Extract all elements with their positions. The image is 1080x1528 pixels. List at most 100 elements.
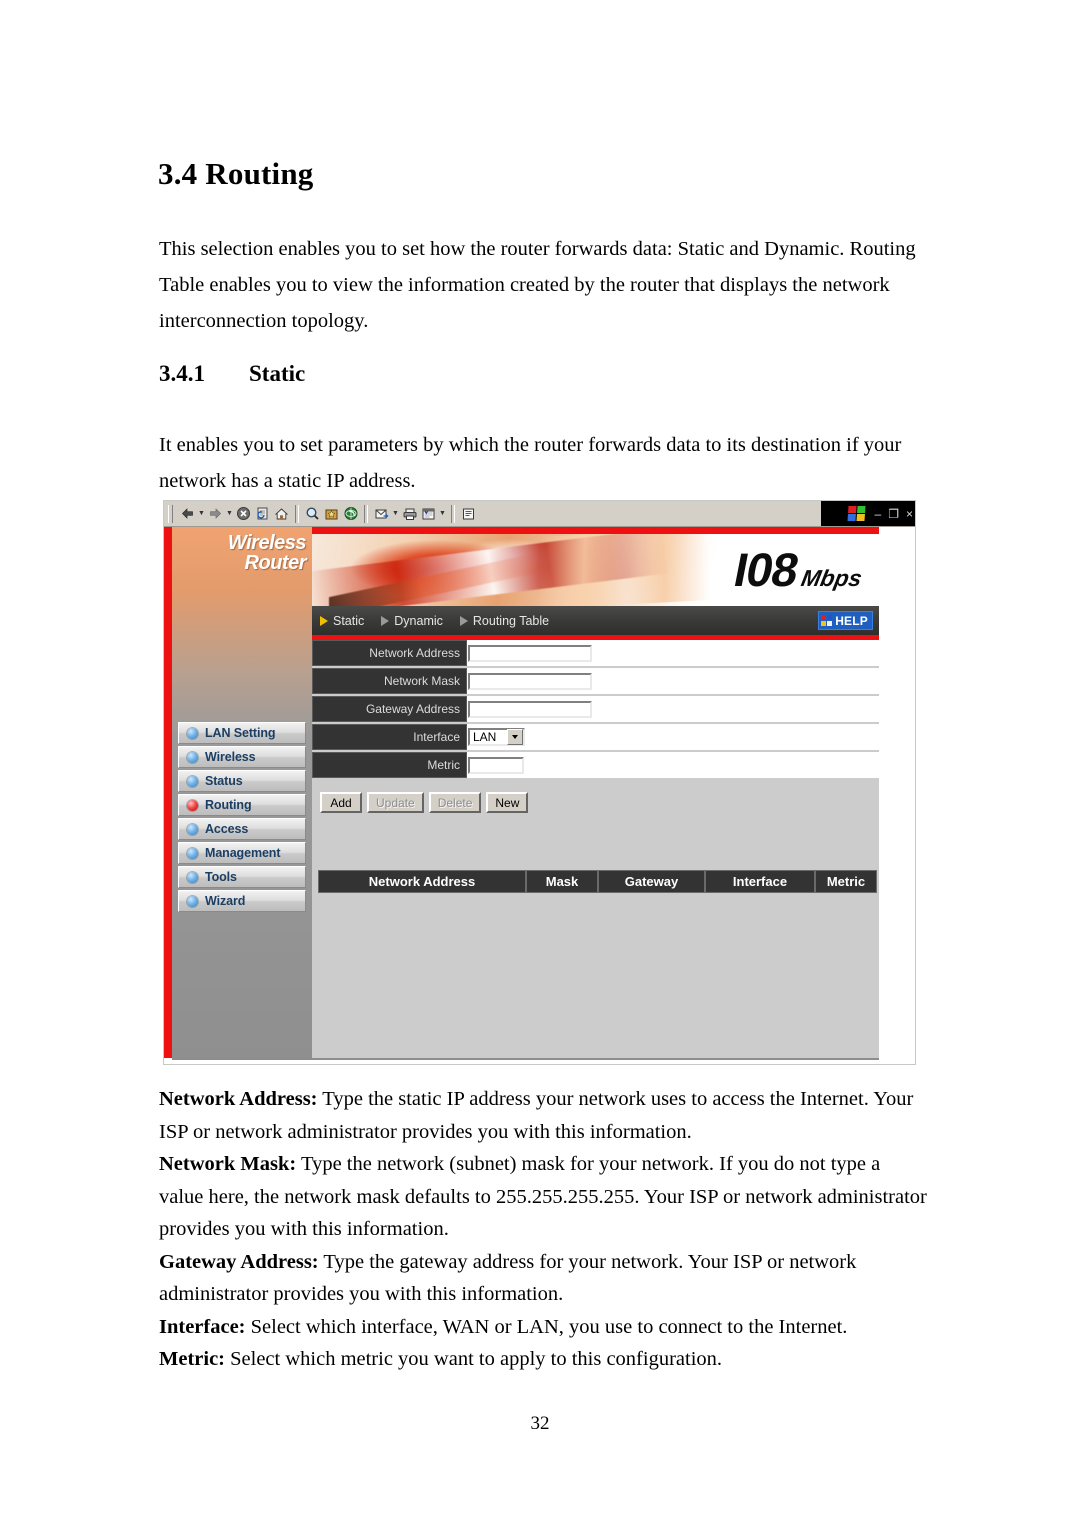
desc-term-network-mask: Network Mask: Type the network (subnet) … <box>159 1153 927 1240</box>
desc-term-gateway-address: Gateway Address: Type the gateway addres… <box>159 1250 857 1306</box>
window-controls: – ❐ × <box>821 501 915 526</box>
tab-dynamic[interactable]: Dynamic <box>381 614 443 628</box>
column-header-network-address: Network Address <box>318 870 526 893</box>
form-actions: Add Update Delete New <box>312 780 879 813</box>
metric-input[interactable] <box>468 756 524 774</box>
field-descriptions: Network Address: Type the static IP addr… <box>159 1083 929 1376</box>
toolbar-grip[interactable] <box>168 504 173 523</box>
mail-icon[interactable] <box>372 504 391 523</box>
brand-line-2: Router <box>244 552 307 574</box>
sidebar-item-management[interactable]: Management <box>178 842 306 864</box>
toolbar-separator-2 <box>364 504 368 523</box>
speed-logo: I08 Mbps <box>729 543 868 596</box>
update-button: Update <box>367 792 424 813</box>
search-icon[interactable] <box>303 504 322 523</box>
sidebar-item-routing[interactable]: Routing <box>178 794 306 816</box>
triangle-icon <box>459 615 468 626</box>
intro-paragraph: This selection enables you to set how th… <box>159 238 916 332</box>
column-header-gateway: Gateway <box>598 870 705 893</box>
help-label: HELP <box>835 613 868 628</box>
help-icon <box>821 615 833 626</box>
sidebar-item-label: Access <box>205 822 249 836</box>
add-button[interactable]: Add <box>320 792 362 813</box>
mail-dropdown-icon[interactable]: ▼ <box>391 504 400 523</box>
sidebar-item-tools[interactable]: Tools <box>178 866 306 888</box>
forward-icon[interactable] <box>206 504 225 523</box>
bottom-edge-line <box>172 1058 879 1060</box>
page-number: 32 <box>530 1413 550 1434</box>
forward-dropdown-icon[interactable]: ▼ <box>225 504 234 523</box>
sidebar-item-label: Wireless <box>205 750 256 764</box>
print-icon[interactable] <box>400 504 419 523</box>
back-icon[interactable] <box>178 504 197 523</box>
bullet-icon <box>187 895 198 907</box>
field-value-cell: LAN <box>467 724 879 750</box>
main-content: I08 Mbps Static Dynamic Routing Table HE… <box>312 527 879 1058</box>
bullet-active-icon <box>187 799 198 811</box>
edit-dropdown-icon[interactable]: ▼ <box>438 504 447 523</box>
field-label: Gateway Address <box>312 696 467 722</box>
tab-routing-table[interactable]: Routing Table <box>459 614 549 628</box>
delete-button: Delete <box>428 792 482 813</box>
desc-term-network-address: Network Address: Type the static IP addr… <box>159 1088 914 1143</box>
sidebar-item-status[interactable]: Status <box>178 770 306 792</box>
form-row-gateway-address: Gateway Address <box>312 696 879 724</box>
banner-top-red-bar <box>312 527 879 534</box>
stop-icon[interactable] <box>234 504 253 523</box>
sidebar-item-wireless[interactable]: Wireless <box>178 746 306 768</box>
field-label: Network Mask <box>312 668 467 694</box>
product-banner: I08 Mbps <box>312 534 879 606</box>
section-heading-static: 3.4.1 Static <box>159 361 305 387</box>
document-page: 3.4 Routing This selection enables you t… <box>0 0 1080 1528</box>
tab-static[interactable]: Static <box>320 614 364 628</box>
field-value-cell <box>467 640 879 666</box>
refresh-icon[interactable] <box>253 504 272 523</box>
static-intro-paragraph: It enables you to set parameters by whic… <box>159 434 902 492</box>
help-button[interactable]: HELP <box>818 611 873 630</box>
windows-logo-icon <box>847 506 866 521</box>
routing-table-header: Network Address Mask Gateway Interface M… <box>318 870 877 893</box>
desc-term-metric: Metric: Select which metric you want to … <box>159 1348 723 1370</box>
sidebar-item-wizard[interactable]: Wizard <box>178 890 306 912</box>
field-label: Metric <box>312 752 467 778</box>
network-mask-input[interactable] <box>468 672 592 690</box>
chevron-down-icon[interactable] <box>507 729 523 745</box>
discuss-icon[interactable] <box>459 504 478 523</box>
brand-line-1: Wireless <box>227 532 307 554</box>
sidebar-item-label: Routing <box>205 798 252 812</box>
bullet-icon <box>187 727 198 739</box>
form-row-network-address: Network Address <box>312 640 879 668</box>
section-title: Static <box>249 361 306 386</box>
back-dropdown-icon[interactable]: ▼ <box>197 504 206 523</box>
sidebar-item-access[interactable]: Access <box>178 818 306 840</box>
form-row-interface: Interface LAN <box>312 724 879 752</box>
minimize-button[interactable]: – <box>875 508 882 520</box>
triangle-active-icon <box>320 615 328 626</box>
gateway-address-input[interactable] <box>468 700 592 718</box>
column-header-metric: Metric <box>815 870 877 893</box>
sidebar-item-label: Status <box>205 774 243 788</box>
field-value-cell <box>467 668 879 694</box>
column-header-mask: Mask <box>526 870 598 893</box>
tab-label: Dynamic <box>394 613 443 628</box>
right-margin <box>879 527 915 1058</box>
close-button[interactable]: × <box>906 508 913 520</box>
network-address-input[interactable] <box>468 644 592 662</box>
field-label: Network Address <box>312 640 467 666</box>
sidebar-item-lan-setting[interactable]: LAN Setting <box>178 722 306 744</box>
sidebar-item-label: Management <box>205 846 281 860</box>
section-number: 3.4.1 <box>159 361 205 386</box>
interface-select[interactable]: LAN <box>468 728 525 746</box>
history-icon[interactable] <box>341 504 360 523</box>
tab-label: Static <box>333 613 365 628</box>
bullet-icon <box>187 847 198 859</box>
page-title: 3.4 Routing <box>158 156 314 191</box>
favorites-icon[interactable] <box>322 504 341 523</box>
field-value-cell <box>467 696 879 722</box>
home-icon[interactable] <box>272 504 291 523</box>
desc-term-interface: Interface: Select which interface, WAN o… <box>159 1315 848 1338</box>
sidebar: Wireless Router LAN Setting Wireless Sta… <box>172 527 312 1058</box>
restore-button[interactable]: ❐ <box>888 508 899 520</box>
new-button[interactable]: New <box>486 792 529 813</box>
edit-icon[interactable] <box>419 504 438 523</box>
